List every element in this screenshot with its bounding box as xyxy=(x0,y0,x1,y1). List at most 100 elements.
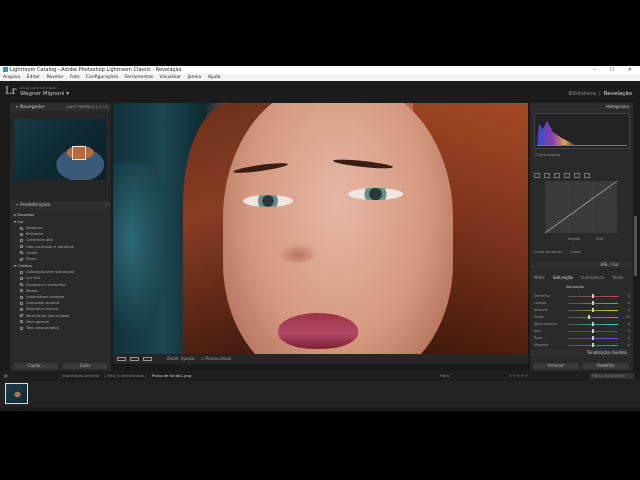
grid-view-icon[interactable]: ▦ xyxy=(4,371,8,381)
reset-button[interactable]: Redefinir xyxy=(583,363,629,369)
hsl-tabs: Matiz Saturação Luminância Todos xyxy=(534,275,631,280)
saturation-slider[interactable]: Azul 0 xyxy=(534,328,630,334)
slider-knob[interactable] xyxy=(592,329,594,333)
zoom-value[interactable]: Ajustar xyxy=(181,354,195,364)
module-library[interactable]: Biblioteca xyxy=(569,91,596,97)
tab-all[interactable]: Todos xyxy=(612,275,623,280)
paste-button[interactable]: Colar xyxy=(63,363,107,369)
spot-removal-icon[interactable] xyxy=(544,173,550,178)
menu-editar[interactable]: Editar xyxy=(27,75,40,80)
slider-knob[interactable] xyxy=(592,301,594,305)
point-curve-select[interactable]: Linear xyxy=(570,250,581,254)
lr-logo: Lr xyxy=(5,86,17,97)
menu-foto[interactable]: Foto xyxy=(70,75,80,80)
menu-arquivo[interactable]: Arquivo xyxy=(3,75,20,80)
menu-ajuda[interactable]: Ajuda xyxy=(208,75,221,80)
previous-button[interactable]: Anterior xyxy=(533,363,579,369)
curve-channel-select[interactable]: RGB xyxy=(596,237,604,241)
slider-track[interactable] xyxy=(568,317,618,318)
filter-select[interactable]: Filtros desativados xyxy=(590,373,634,379)
saturation-slider[interactable]: Amarelo 0 xyxy=(534,307,630,313)
rating-filter[interactable]: ★★★★★ xyxy=(509,371,529,381)
tab-hue[interactable]: Matiz xyxy=(534,275,545,280)
tone-curve[interactable] xyxy=(544,180,618,234)
module-develop[interactable]: Revelação xyxy=(604,91,632,97)
preset-item-label: Plano xyxy=(26,256,37,262)
collapse-triangle-icon[interactable]: ▾ xyxy=(16,104,18,109)
preset-item[interactable]: Tons ensolarados xyxy=(14,325,107,331)
brush-icon[interactable] xyxy=(584,173,590,178)
right-panel-scrollbar[interactable] xyxy=(634,216,637,276)
preset-group-favorites[interactable]: ▸ Favoritos xyxy=(14,211,107,218)
saturation-slider[interactable]: Verde – 16 xyxy=(534,314,630,320)
navigator-preview[interactable] xyxy=(14,119,106,180)
identity-plate: Lr Adobe Lightroom Classic Wagner Mignon… xyxy=(0,81,640,103)
window-controls[interactable]: – ☐ ✕ xyxy=(594,66,638,74)
saturation-slider[interactable]: Água-marinha 0 xyxy=(534,321,630,327)
slider-knob[interactable] xyxy=(592,336,594,340)
slider-value[interactable]: 0 xyxy=(628,300,630,306)
slider-value[interactable]: 0 xyxy=(628,335,630,341)
identity-subtitle: Adobe Lightroom Classic xyxy=(20,86,58,90)
add-preset-icon[interactable]: + xyxy=(105,201,108,209)
tab-luminance[interactable]: Luminância xyxy=(581,275,604,280)
menu-configuracoes[interactable]: Configurações xyxy=(86,75,118,80)
background-foliage xyxy=(113,163,173,354)
menu-revelar[interactable]: Revelar xyxy=(46,75,63,80)
preset-item-label: Duquesa e vermelho xyxy=(26,281,66,287)
preset-group[interactable]: ▾ Cor xyxy=(14,218,107,225)
slider-knob[interactable] xyxy=(592,294,594,298)
before-after-icon[interactable] xyxy=(130,357,139,361)
navigator-zoom-box[interactable] xyxy=(72,146,86,160)
original-photo-checkbox[interactable]: ☐ Foto original xyxy=(534,153,560,157)
red-eye-icon[interactable] xyxy=(554,173,560,178)
copy-button[interactable]: Copiar... xyxy=(14,363,58,369)
compare-view-icon[interactable] xyxy=(143,357,152,361)
slider-knob[interactable] xyxy=(592,343,594,347)
graduated-filter-icon[interactable] xyxy=(564,173,570,178)
preset-icon xyxy=(20,226,23,230)
filmstrip-thumbnail[interactable] xyxy=(5,383,28,404)
split-toning-header[interactable]: Tonalização dividida xyxy=(530,349,633,356)
app-window: Lightroom Catalog - Adobe Photoshop Ligh… xyxy=(0,66,640,411)
slider-knob[interactable] xyxy=(592,308,594,312)
slider-knob[interactable] xyxy=(592,322,594,326)
chevron-down-icon[interactable]: ▾ xyxy=(66,91,69,97)
histogram[interactable] xyxy=(534,113,630,149)
menu-ferramentas[interactable]: Ferramentas xyxy=(125,75,153,80)
preset-group-label: Favoritos xyxy=(17,212,35,217)
navigator-panel: ▾ Navegador AJUST PREENCH 1:1 3:1 xyxy=(10,103,111,201)
tab-saturation[interactable]: Saturação xyxy=(553,275,573,280)
menu-visualizar[interactable]: Visualizar xyxy=(160,75,182,80)
hsl-title: HSL / Cor xyxy=(600,262,619,267)
menu-janela[interactable]: Janela xyxy=(188,75,202,80)
slider-value[interactable]: 0 xyxy=(628,307,630,313)
crop-tool-icon[interactable] xyxy=(534,173,540,178)
zoom-label: Zoom xyxy=(167,356,179,361)
presets-header[interactable]: ▾ Predefinições + xyxy=(10,201,111,209)
main-photo[interactable] xyxy=(113,103,528,354)
saturation-slider[interactable]: Magenta 0 xyxy=(534,342,630,348)
slider-knob[interactable] xyxy=(588,315,590,319)
slider-value[interactable]: 0 xyxy=(628,321,630,327)
preset-icon xyxy=(20,251,23,255)
slider-value[interactable]: – 16 xyxy=(623,314,630,320)
soft-proof-checkbox[interactable]: ☐ Prova virtual xyxy=(201,354,231,364)
navigator-zoom-options[interactable]: AJUST PREENCH 1:1 3:1 xyxy=(66,103,108,111)
slider-label: Amarelo xyxy=(534,308,548,312)
preset-group[interactable]: ▾ Criativo xyxy=(14,262,107,269)
histogram-header[interactable]: Histograma xyxy=(530,103,633,110)
hsl-header[interactable]: HSL / Cor xyxy=(530,261,633,268)
saturation-slider[interactable]: Laranja 0 xyxy=(534,300,630,306)
slider-value[interactable]: 0 xyxy=(628,328,630,334)
collapse-triangle-icon[interactable]: ▾ xyxy=(16,202,18,207)
loupe-view-icon[interactable] xyxy=(117,357,126,361)
slider-value[interactable]: 0 xyxy=(628,293,630,299)
filmstrip-source[interactable]: Importação anterior xyxy=(62,371,100,381)
slider-value[interactable]: 0 xyxy=(628,342,630,348)
saturation-slider[interactable]: Vermelho 0 xyxy=(534,293,630,299)
filmstrip-filename[interactable]: Plano de fundo1.png xyxy=(152,371,191,381)
navigator-header[interactable]: ▾ Navegador AJUST PREENCH 1:1 3:1 xyxy=(10,103,111,111)
radial-filter-icon[interactable] xyxy=(574,173,580,178)
saturation-slider[interactable]: Roxo 0 xyxy=(534,335,630,341)
